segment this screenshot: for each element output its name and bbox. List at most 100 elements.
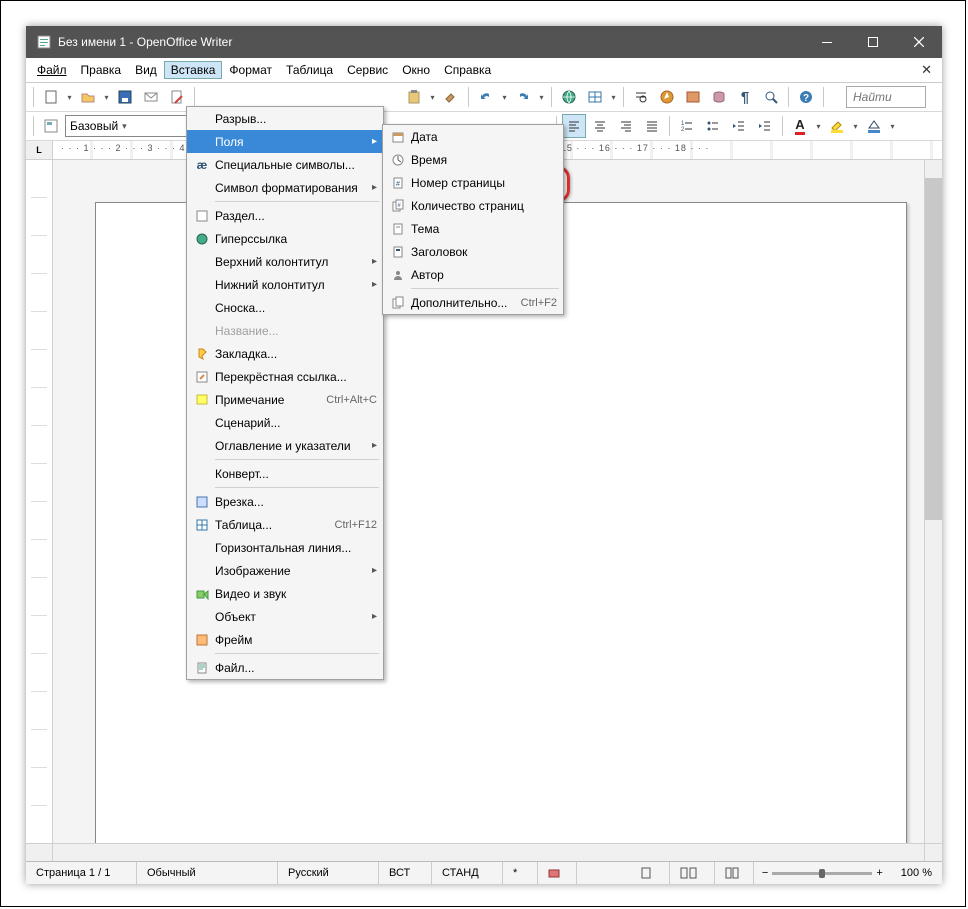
menu-insert-file[interactable]: Файл... xyxy=(187,656,383,679)
bullet-list-button[interactable] xyxy=(701,114,725,138)
zoom-slider[interactable]: −+ xyxy=(754,867,891,879)
menu-field-page-count[interactable]: #Количество страниц xyxy=(383,194,563,217)
indent-button[interactable] xyxy=(753,114,777,138)
menu-insert-bookmark[interactable]: Закладка... xyxy=(187,342,383,365)
minimize-button[interactable] xyxy=(804,26,850,58)
menu-format[interactable]: Формат xyxy=(222,61,279,79)
menu-field-more[interactable]: Дополнительно...Ctrl+F2 xyxy=(383,291,563,314)
insert-menu-dropdown: Разрыв... Поля▸ æСпециальные символы... … xyxy=(186,106,384,680)
hyperlink-button[interactable] xyxy=(557,85,581,109)
close-document-button[interactable]: ✕ xyxy=(915,62,938,78)
horizontal-scrollbar[interactable] xyxy=(53,844,924,861)
gallery-button[interactable] xyxy=(681,85,705,109)
status-signature[interactable] xyxy=(538,862,577,884)
vertical-scrollbar[interactable] xyxy=(924,160,942,843)
zoom-button[interactable] xyxy=(759,85,783,109)
find-input-container xyxy=(846,86,926,108)
menu-tools[interactable]: Сервис xyxy=(340,61,395,79)
numbered-list-button[interactable]: 12 xyxy=(675,114,699,138)
menu-insert-section[interactable]: Раздел... xyxy=(187,204,383,227)
menu-insert-script[interactable]: Сценарий... xyxy=(187,411,383,434)
undo-button[interactable] xyxy=(474,85,498,109)
vertical-ruler[interactable] xyxy=(26,160,53,843)
standard-toolbar: ▾ ▾ ▾ ▾ ▾ ▾ ¶ ? xyxy=(26,83,942,112)
menu-insert-crossref[interactable]: Перекрёстная ссылка... xyxy=(187,365,383,388)
menu-table[interactable]: Таблица xyxy=(279,61,340,79)
menu-insert-av[interactable]: Видео и звук xyxy=(187,582,383,605)
help-button[interactable]: ? xyxy=(794,85,818,109)
menu-insert-hr[interactable]: Горизонтальная линия... xyxy=(187,536,383,559)
datasource-button[interactable] xyxy=(707,85,731,109)
align-center-button[interactable] xyxy=(588,114,612,138)
title-icon xyxy=(387,245,409,259)
new-dropdown[interactable]: ▾ xyxy=(65,93,74,102)
menu-insert[interactable]: Вставка xyxy=(164,61,223,79)
status-view-single[interactable] xyxy=(631,862,670,884)
save-button[interactable] xyxy=(113,85,137,109)
menu-insert-formatting-mark[interactable]: Символ форматирования▸ xyxy=(187,176,383,199)
outdent-button[interactable] xyxy=(727,114,751,138)
menu-window[interactable]: Окно xyxy=(395,61,437,79)
table-button[interactable] xyxy=(583,85,607,109)
menu-insert-footer[interactable]: Нижний колонтитул▸ xyxy=(187,273,383,296)
menu-insert-header[interactable]: Верхний колонтитул▸ xyxy=(187,250,383,273)
menu-insert-fields[interactable]: Поля▸ xyxy=(187,130,383,153)
menu-insert-break[interactable]: Разрыв... xyxy=(187,107,383,130)
menu-insert-table[interactable]: Таблица...Ctrl+F12 xyxy=(187,513,383,536)
menu-insert-image[interactable]: Изображение▸ xyxy=(187,559,383,582)
status-style[interactable]: Обычный xyxy=(137,862,278,884)
menu-field-title[interactable]: Заголовок xyxy=(383,240,563,263)
find-input[interactable] xyxy=(851,89,913,105)
close-button[interactable] xyxy=(896,26,942,58)
menu-file[interactable]: Файл xyxy=(30,61,74,79)
menu-edit[interactable]: Правка xyxy=(74,61,129,79)
status-insert[interactable]: ВСТ xyxy=(379,862,432,884)
open-dropdown[interactable]: ▾ xyxy=(102,93,111,102)
navigator-button[interactable] xyxy=(655,85,679,109)
status-view-multi[interactable] xyxy=(670,862,715,884)
menu-insert-special-chars[interactable]: æСпециальные символы... xyxy=(187,153,383,176)
format-paint-button[interactable] xyxy=(439,85,463,109)
align-left-button[interactable] xyxy=(562,114,586,138)
menu-field-time[interactable]: Время xyxy=(383,148,563,171)
nonprint-button[interactable]: ¶ xyxy=(733,85,757,109)
menu-insert-floating-frame[interactable]: Фрейм xyxy=(187,628,383,651)
menu-field-subject[interactable]: Тема xyxy=(383,217,563,240)
menu-insert-note[interactable]: ПримечаниеCtrl+Alt+C xyxy=(187,388,383,411)
status-page[interactable]: Страница 1 / 1 xyxy=(26,862,137,884)
menu-field-author[interactable]: Автор xyxy=(383,263,563,286)
align-justify-button[interactable] xyxy=(640,114,664,138)
email-button[interactable] xyxy=(139,85,163,109)
menu-field-page-number[interactable]: #Номер страницы xyxy=(383,171,563,194)
redo-button[interactable] xyxy=(511,85,535,109)
bg-color-button[interactable] xyxy=(862,114,886,138)
find-button[interactable] xyxy=(629,85,653,109)
paste-button[interactable] xyxy=(402,85,426,109)
maximize-button[interactable] xyxy=(850,26,896,58)
menu-insert-hyperlink[interactable]: Гиперссылка xyxy=(187,227,383,250)
new-button[interactable] xyxy=(39,85,63,109)
note-icon xyxy=(191,393,213,407)
menu-insert-frame[interactable]: Врезка... xyxy=(187,490,383,513)
status-language[interactable]: Русский xyxy=(278,862,379,884)
menu-insert-object[interactable]: Объект▸ xyxy=(187,605,383,628)
font-color-button[interactable]: A xyxy=(788,114,812,138)
open-button[interactable] xyxy=(76,85,100,109)
menu-insert-toc[interactable]: Оглавление и указатели▸ xyxy=(187,434,383,457)
styles-window-button[interactable] xyxy=(39,114,63,138)
highlight-button[interactable] xyxy=(825,114,849,138)
menu-help[interactable]: Справка xyxy=(437,61,498,79)
menu-field-date[interactable]: Дата xyxy=(383,125,563,148)
bookmark-icon xyxy=(191,347,213,361)
status-view-book[interactable] xyxy=(715,862,754,884)
status-selection[interactable]: СТАНД xyxy=(432,862,503,884)
menu-insert-footnote[interactable]: Сноска... xyxy=(187,296,383,319)
menu-insert-envelope[interactable]: Конверт... xyxy=(187,462,383,485)
fields-submenu: Дата Время #Номер страницы #Количество с… xyxy=(382,124,564,315)
menu-view[interactable]: Вид xyxy=(128,61,164,79)
align-right-button[interactable] xyxy=(614,114,638,138)
paragraph-style-combo[interactable]: Базовый▾ xyxy=(65,115,195,137)
menubar: Файл Правка Вид Вставка Формат Таблица С… xyxy=(26,58,942,83)
time-icon xyxy=(387,153,409,167)
status-zoom[interactable]: 100 % xyxy=(891,862,942,884)
